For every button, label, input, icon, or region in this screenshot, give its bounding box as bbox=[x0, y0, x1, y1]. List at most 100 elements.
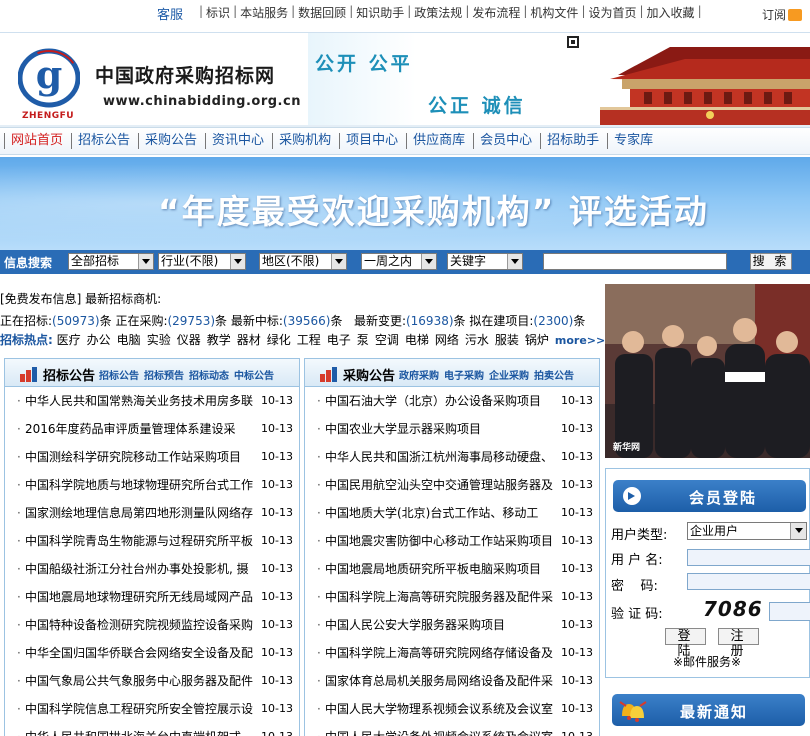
list-item[interactable]: · 中国民用航空汕头空中交通管理站服务器及 10-13 bbox=[305, 471, 599, 499]
list-item[interactable]: · 中华全国归国华侨联合会网络安全设备及配 10-13 bbox=[5, 639, 299, 667]
hot-keyword[interactable]: 工程 bbox=[297, 333, 321, 347]
stat-won-count[interactable]: (39566) bbox=[283, 314, 331, 328]
hot-keyword[interactable]: 污水 bbox=[465, 333, 489, 347]
list-item[interactable]: · 中国气象局公共气象服务中心服务器及配件 10-13 bbox=[5, 667, 299, 695]
list-item[interactable]: · 中国科学院青岛生物能源与过程研究所平板 10-13 bbox=[5, 527, 299, 555]
nav-member-center[interactable]: 会员中心 bbox=[473, 133, 540, 149]
hot-keyword[interactable]: 实验 bbox=[147, 333, 171, 347]
hot-keyword[interactable]: 器材 bbox=[237, 333, 261, 347]
list-item-title[interactable]: 中国科学院地质与地球物理研究所台式工作 bbox=[25, 471, 257, 499]
bid-panel-title[interactable]: 招标公告 bbox=[43, 365, 95, 384]
list-item[interactable]: · 中国人民公安大学服务器采购项目 10-13 bbox=[305, 611, 599, 639]
free-publish-link[interactable]: [免费发布信息] 最新招标商机: bbox=[0, 292, 161, 306]
search-button[interactable]: 搜 索 bbox=[750, 253, 792, 270]
top-link-logo[interactable]: 标识 bbox=[204, 4, 232, 21]
list-item-title[interactable]: 中国特种设备检测研究院视频监控设备采购 bbox=[25, 611, 257, 639]
nav-experts[interactable]: 专家库 bbox=[607, 133, 661, 149]
mail-service-link[interactable]: ※邮件服务※ bbox=[673, 653, 741, 670]
nav-agencies[interactable]: 采购机构 bbox=[272, 133, 339, 149]
industry-select[interactable]: 行业(不限) bbox=[158, 253, 246, 270]
stat-change-count[interactable]: (16938) bbox=[406, 314, 454, 328]
list-item[interactable]: · 中国科学院信息工程研究所安全管控展示设 10-13 bbox=[5, 695, 299, 723]
list-item[interactable]: · 中国石油大学（北京）办公设备采购项目 10-13 bbox=[305, 387, 599, 415]
tab-e-purchase[interactable]: 电子采购 bbox=[444, 371, 484, 382]
tab-bid-notice[interactable]: 招标公告 bbox=[99, 371, 139, 382]
list-item-title[interactable]: 中华人民共和国浙江杭州海事局移动硬盘、 bbox=[325, 443, 557, 471]
top-link-set-homepage[interactable]: 设为首页 bbox=[586, 4, 638, 21]
hot-keyword[interactable]: 锅炉 bbox=[525, 333, 549, 347]
user-type-select[interactable]: 企业用户 bbox=[687, 522, 807, 540]
register-button[interactable]: 注 册 bbox=[718, 628, 759, 659]
nav-suppliers[interactable]: 供应商库 bbox=[406, 133, 473, 149]
list-item[interactable]: · 中国地震局地质研究所平板电脑采购项目 10-13 bbox=[305, 555, 599, 583]
keyword-type-select[interactable]: 关键字 bbox=[447, 253, 523, 270]
list-item[interactable]: · 中华人民共和国浙江杭州海事局移动硬盘、 10-13 bbox=[305, 443, 599, 471]
login-button[interactable]: 登 陆 bbox=[665, 628, 706, 659]
list-item-title[interactable]: 中国农业大学显示器采购项目 bbox=[325, 415, 557, 443]
promo-banner[interactable]: “年度最受欢迎采购机构” 评选活动 bbox=[0, 157, 810, 250]
list-item-title[interactable]: 中华全国归国华侨联合会网络安全设备及配 bbox=[25, 639, 257, 667]
list-item[interactable]: · 中国人民大学设备外视频会议系统及会议室 10-13 bbox=[305, 723, 599, 736]
nav-news-center[interactable]: 资讯中心 bbox=[205, 133, 272, 149]
list-item-title[interactable]: 中国船级社浙江分社台州办事处投影机, 摄 bbox=[25, 555, 257, 583]
region-select[interactable]: 地区(不限) bbox=[259, 253, 347, 270]
top-link-data-review[interactable]: 数据回顾 bbox=[296, 4, 348, 21]
list-item-title[interactable]: 国家体育总局机关服务局网络设备及配件采 bbox=[325, 667, 557, 695]
hot-keyword[interactable]: 空调 bbox=[375, 333, 399, 347]
search-input[interactable] bbox=[543, 253, 727, 270]
hot-keyword[interactable]: 仪器 bbox=[177, 333, 201, 347]
list-item[interactable]: · 中国地震局地球物理研究所无线局域网产品 10-13 bbox=[5, 583, 299, 611]
tab-gov-purchase[interactable]: 政府采购 bbox=[399, 371, 439, 382]
top-link-policy[interactable]: 政策法规 bbox=[412, 4, 464, 21]
list-item-title[interactable]: 中国民用航空汕头空中交通管理站服务器及 bbox=[325, 471, 557, 499]
list-item-title[interactable]: 2016年度药品审评质量管理体系建设采 bbox=[25, 415, 257, 443]
category-select[interactable]: 全部招标 bbox=[68, 253, 154, 270]
nav-home[interactable]: 网站首页 bbox=[4, 133, 71, 149]
tab-enterprise-purchase[interactable]: 企业采购 bbox=[489, 371, 529, 382]
top-link-bookmark[interactable]: 加入收藏 bbox=[645, 4, 697, 21]
list-item-title[interactable]: 中国气象局公共气象服务中心服务器及配件 bbox=[25, 667, 257, 695]
top-link-services[interactable]: 本站服务 bbox=[238, 4, 290, 21]
list-item[interactable]: · 2016年度药品审评质量管理体系建设采 10-13 bbox=[5, 415, 299, 443]
hot-keyword[interactable]: 教学 bbox=[207, 333, 231, 347]
rss-subscribe[interactable]: 订阅 bbox=[762, 6, 802, 23]
list-item-title[interactable]: 中国人民公安大学服务器采购项目 bbox=[325, 611, 557, 639]
site-logo-icon[interactable]: g bbox=[18, 47, 80, 109]
password-input[interactable] bbox=[687, 573, 810, 590]
list-item[interactable]: · 中国地质大学(北京)台式工作站、移动工 10-13 bbox=[305, 499, 599, 527]
list-item[interactable]: · 中国船级社浙江分社台州办事处投影机, 摄 10-13 bbox=[5, 555, 299, 583]
list-item[interactable]: · 中华人民共和国常熟海关业务技术用房多联 10-13 bbox=[5, 387, 299, 415]
tab-win-notice[interactable]: 中标公告 bbox=[234, 371, 274, 382]
list-item-title[interactable]: 中国科学院上海高等研究院网络存储设备及 bbox=[325, 639, 557, 667]
list-item-title[interactable]: 中国人民大学设备外视频会议系统及会议室 bbox=[325, 723, 557, 736]
list-item-title[interactable]: 中国科学院青岛生物能源与过程研究所平板 bbox=[25, 527, 257, 555]
tab-bid-news[interactable]: 招标动态 bbox=[189, 371, 229, 382]
nav-bid-notice[interactable]: 招标公告 bbox=[71, 133, 138, 149]
hot-keyword[interactable]: 绿化 bbox=[267, 333, 291, 347]
hot-keyword[interactable]: 服装 bbox=[495, 333, 519, 347]
tab-auction[interactable]: 拍卖公告 bbox=[534, 371, 574, 382]
list-item[interactable]: · 国家测绘地理信息局第四地形测量队网络存 10-13 bbox=[5, 499, 299, 527]
captcha-input[interactable] bbox=[769, 602, 810, 621]
captcha-image[interactable]: 7086 bbox=[703, 597, 763, 621]
tab-bid-forecast[interactable]: 招标预告 bbox=[144, 371, 184, 382]
stat-proposed-count[interactable]: (2300) bbox=[533, 314, 573, 328]
list-item[interactable]: · 中国科学院地质与地球物理研究所台式工作 10-13 bbox=[5, 471, 299, 499]
hot-more-link[interactable]: more>> bbox=[555, 334, 605, 347]
list-item-title[interactable]: 国家测绘地理信息局第四地形测量队网络存 bbox=[25, 499, 257, 527]
hot-keyword[interactable]: 电子 bbox=[327, 333, 351, 347]
hot-keyword[interactable]: 医疗 bbox=[57, 333, 81, 347]
customer-service-link[interactable]: 客服 bbox=[157, 4, 183, 23]
username-input[interactable] bbox=[687, 549, 810, 566]
list-item-title[interactable]: 中国石油大学（北京）办公设备采购项目 bbox=[325, 387, 557, 415]
list-item[interactable]: · 中国科学院上海高等研究院网络存储设备及 10-13 bbox=[305, 639, 599, 667]
hot-keyword[interactable]: 电梯 bbox=[405, 333, 429, 347]
purchase-panel-title[interactable]: 采购公告 bbox=[343, 365, 395, 384]
list-item-title[interactable]: 中国科学院上海高等研究院服务器及配件采 bbox=[325, 583, 557, 611]
list-item-title[interactable]: 中国地震局地质研究所平板电脑采购项目 bbox=[325, 555, 557, 583]
nav-bid-assistant[interactable]: 招标助手 bbox=[540, 133, 607, 149]
top-link-knowledge[interactable]: 知识助手 bbox=[354, 4, 406, 21]
period-select[interactable]: 一周之内 bbox=[361, 253, 437, 270]
hot-keyword[interactable]: 电脑 bbox=[117, 333, 141, 347]
list-item[interactable]: · 中华人民共和国拱北海关台中直端机架式 10-13 bbox=[5, 723, 299, 736]
